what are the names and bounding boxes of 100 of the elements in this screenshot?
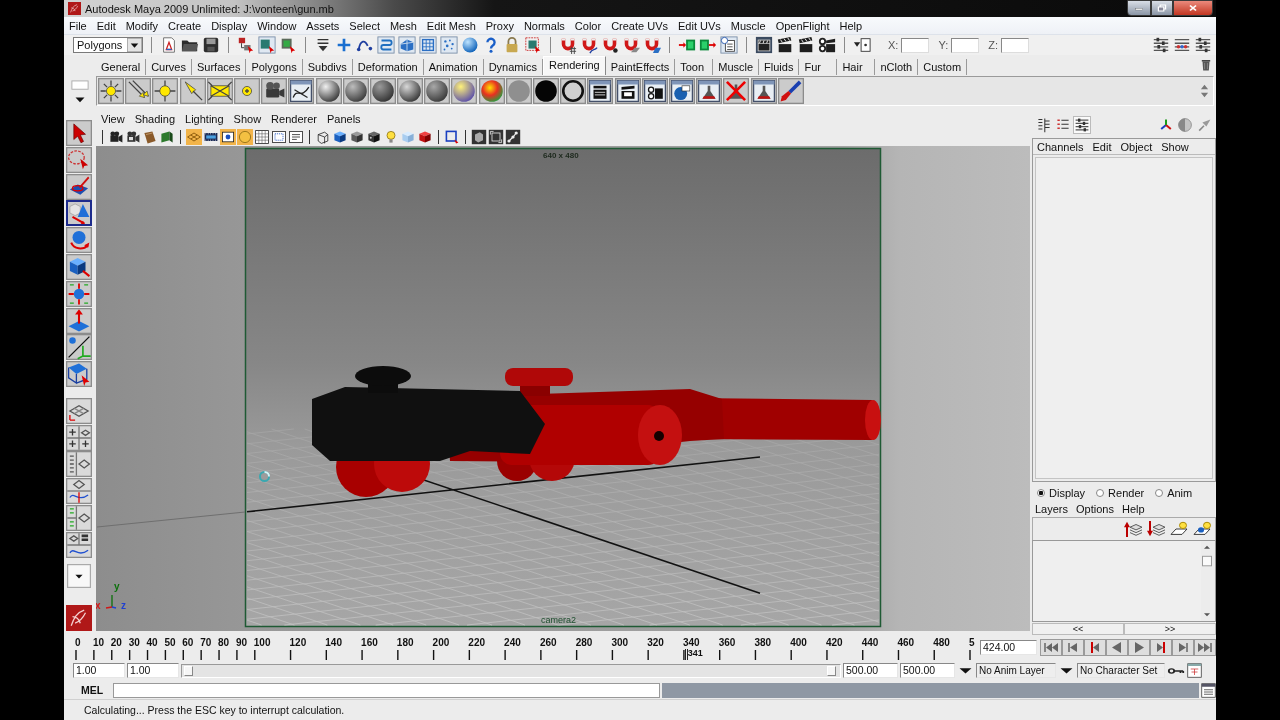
layer-mode-radio[interactable]: Anim: [1155, 487, 1193, 499]
framed-dot-icon[interactable]: [220, 128, 236, 145]
nested-frame-icon[interactable]: [271, 128, 287, 145]
step-back-icon[interactable]: [1062, 639, 1084, 656]
anim-layer-field[interactable]: No Anim Layer: [976, 663, 1056, 678]
save-icon[interactable]: [202, 36, 220, 54]
crosshair-icon[interactable]: [152, 78, 179, 104]
shelf-tab[interactable]: General: [96, 59, 147, 75]
arrow-cursor-icon[interactable]: [66, 120, 92, 146]
camera-icon[interactable]: [108, 128, 124, 145]
crossed-rectangle-icon[interactable]: [206, 78, 233, 104]
close-button[interactable]: [1173, 0, 1213, 16]
menu-item[interactable]: Normals: [523, 19, 565, 32]
trash-icon[interactable]: [1199, 58, 1213, 72]
pager-button[interactable]: <<: [1032, 623, 1124, 635]
menu-item[interactable]: Color: [574, 19, 602, 32]
text-frame-icon[interactable]: [288, 128, 304, 145]
selection-icon[interactable]: [524, 36, 542, 54]
step-back-icon[interactable]: [1084, 639, 1106, 656]
frame-icon[interactable]: [488, 128, 504, 145]
playback-end-field[interactable]: 500.00: [843, 663, 898, 678]
menu-item[interactable]: Edit: [96, 19, 116, 32]
shelf-tab[interactable]: Animation: [423, 59, 484, 75]
list-columns-icon[interactable]: [1036, 117, 1052, 133]
two-pane-icon[interactable]: [66, 478, 92, 505]
step-forward-icon[interactable]: [1172, 639, 1194, 656]
clapperboard-icon[interactable]: [587, 78, 614, 104]
camera-icon[interactable]: [125, 128, 141, 145]
menu-item[interactable]: Show: [233, 112, 262, 125]
two-pane-icon[interactable]: [66, 451, 92, 478]
grid-icon[interactable]: [419, 36, 437, 54]
sphere-icon[interactable]: [315, 78, 342, 104]
sphere-icon[interactable]: [397, 78, 424, 104]
crossed-flask-icon[interactable]: [723, 78, 750, 104]
command-language-button[interactable]: MEL: [73, 684, 111, 696]
shelf-tab[interactable]: Rendering: [542, 56, 606, 75]
skip-back-icon[interactable]: [1040, 639, 1062, 656]
shelf-tab[interactable]: Hair: [837, 59, 876, 75]
shelf-tab[interactable]: Curves: [146, 59, 192, 75]
shelf-tab[interactable]: Fur: [799, 59, 838, 75]
layer-mode-radio[interactable]: Display: [1037, 487, 1086, 499]
menu-item[interactable]: Display: [211, 19, 248, 32]
sliders-icon[interactable]: [1074, 117, 1090, 133]
menu-item[interactable]: Create: [168, 19, 202, 32]
menu-item[interactable]: Lighting: [185, 112, 224, 125]
joint-chain-icon[interactable]: [505, 128, 521, 145]
scrollbar[interactable]: [1201, 543, 1213, 619]
window-icon[interactable]: [1201, 682, 1216, 698]
component-select-icon[interactable]: [279, 36, 297, 54]
surface-icon[interactable]: [398, 36, 416, 54]
cube-icon[interactable]: [471, 128, 487, 145]
skip-forward-icon[interactable]: [1194, 639, 1216, 656]
cube-cone-arrow-icon[interactable]: [66, 200, 92, 227]
layers-arrow-icon[interactable]: [1123, 520, 1143, 538]
range-slider-track[interactable]: [181, 663, 841, 678]
menu-item[interactable]: Window: [257, 19, 297, 32]
shelf-tab[interactable]: Toon: [675, 59, 714, 75]
current-time-field[interactable]: 424.00: [980, 640, 1037, 655]
shelf-tab[interactable]: Polygons: [246, 59, 303, 75]
object-select-icon[interactable]: [258, 36, 276, 54]
menu-item[interactable]: Modify: [125, 19, 159, 32]
shelf-tab[interactable]: Custom: [918, 59, 968, 75]
menu-set-dropdown[interactable]: Polygons: [73, 37, 143, 53]
menu-item[interactable]: Options: [1076, 502, 1114, 515]
shelf-tab[interactable]: Fluids: [759, 59, 800, 75]
scroll-arrows-icon[interactable]: [1200, 82, 1209, 100]
start-time-field[interactable]: 1.00: [73, 663, 125, 678]
shelf-tab[interactable]: Subdivs: [302, 59, 353, 75]
menu-item[interactable]: Assets: [306, 19, 340, 32]
pager-button[interactable]: >>: [1124, 623, 1216, 635]
hierarchy-select-icon[interactable]: [237, 36, 255, 54]
menu-item[interactable]: Shading: [134, 112, 176, 125]
perspective-grid-icon[interactable]: [66, 397, 92, 424]
menu-item[interactable]: Edit: [1092, 140, 1112, 153]
clapperboard-icon[interactable]: [614, 78, 641, 104]
paint-brush-icon[interactable]: [777, 78, 804, 104]
arrows-icon[interactable]: [125, 78, 152, 104]
sun-icon[interactable]: [98, 78, 124, 104]
coordinate-field[interactable]: [901, 37, 930, 53]
window-flask-icon[interactable]: [696, 78, 723, 104]
play-icon[interactable]: [1128, 639, 1150, 656]
line-manipulator-icon[interactable]: [66, 334, 92, 361]
layer-mode-radio[interactable]: Render: [1096, 487, 1145, 499]
ring-icon[interactable]: [560, 78, 587, 104]
shelf-tab[interactable]: Deformation: [352, 59, 424, 75]
sphere-icon[interactable]: [424, 78, 451, 104]
shelf-tab[interactable]: PaintEffects: [605, 59, 676, 75]
grid-chart-icon[interactable]: [254, 128, 270, 145]
lasso-icon[interactable]: [66, 146, 92, 173]
layers-arrow-icon[interactable]: [1146, 520, 1166, 538]
sphere-icon[interactable]: [478, 78, 505, 104]
menu-item[interactable]: Edit UVs: [678, 19, 721, 32]
render-view-icon[interactable]: [755, 36, 773, 54]
window-icon[interactable]: [641, 78, 668, 104]
sliders-icon[interactable]: [1194, 36, 1212, 54]
new-file-icon[interactable]: [160, 36, 178, 54]
sphere-icon[interactable]: [342, 78, 369, 104]
play-reverse-icon[interactable]: [1106, 639, 1128, 656]
menu-item[interactable]: Channels: [1037, 140, 1084, 153]
circle-icon[interactable]: [533, 78, 559, 104]
